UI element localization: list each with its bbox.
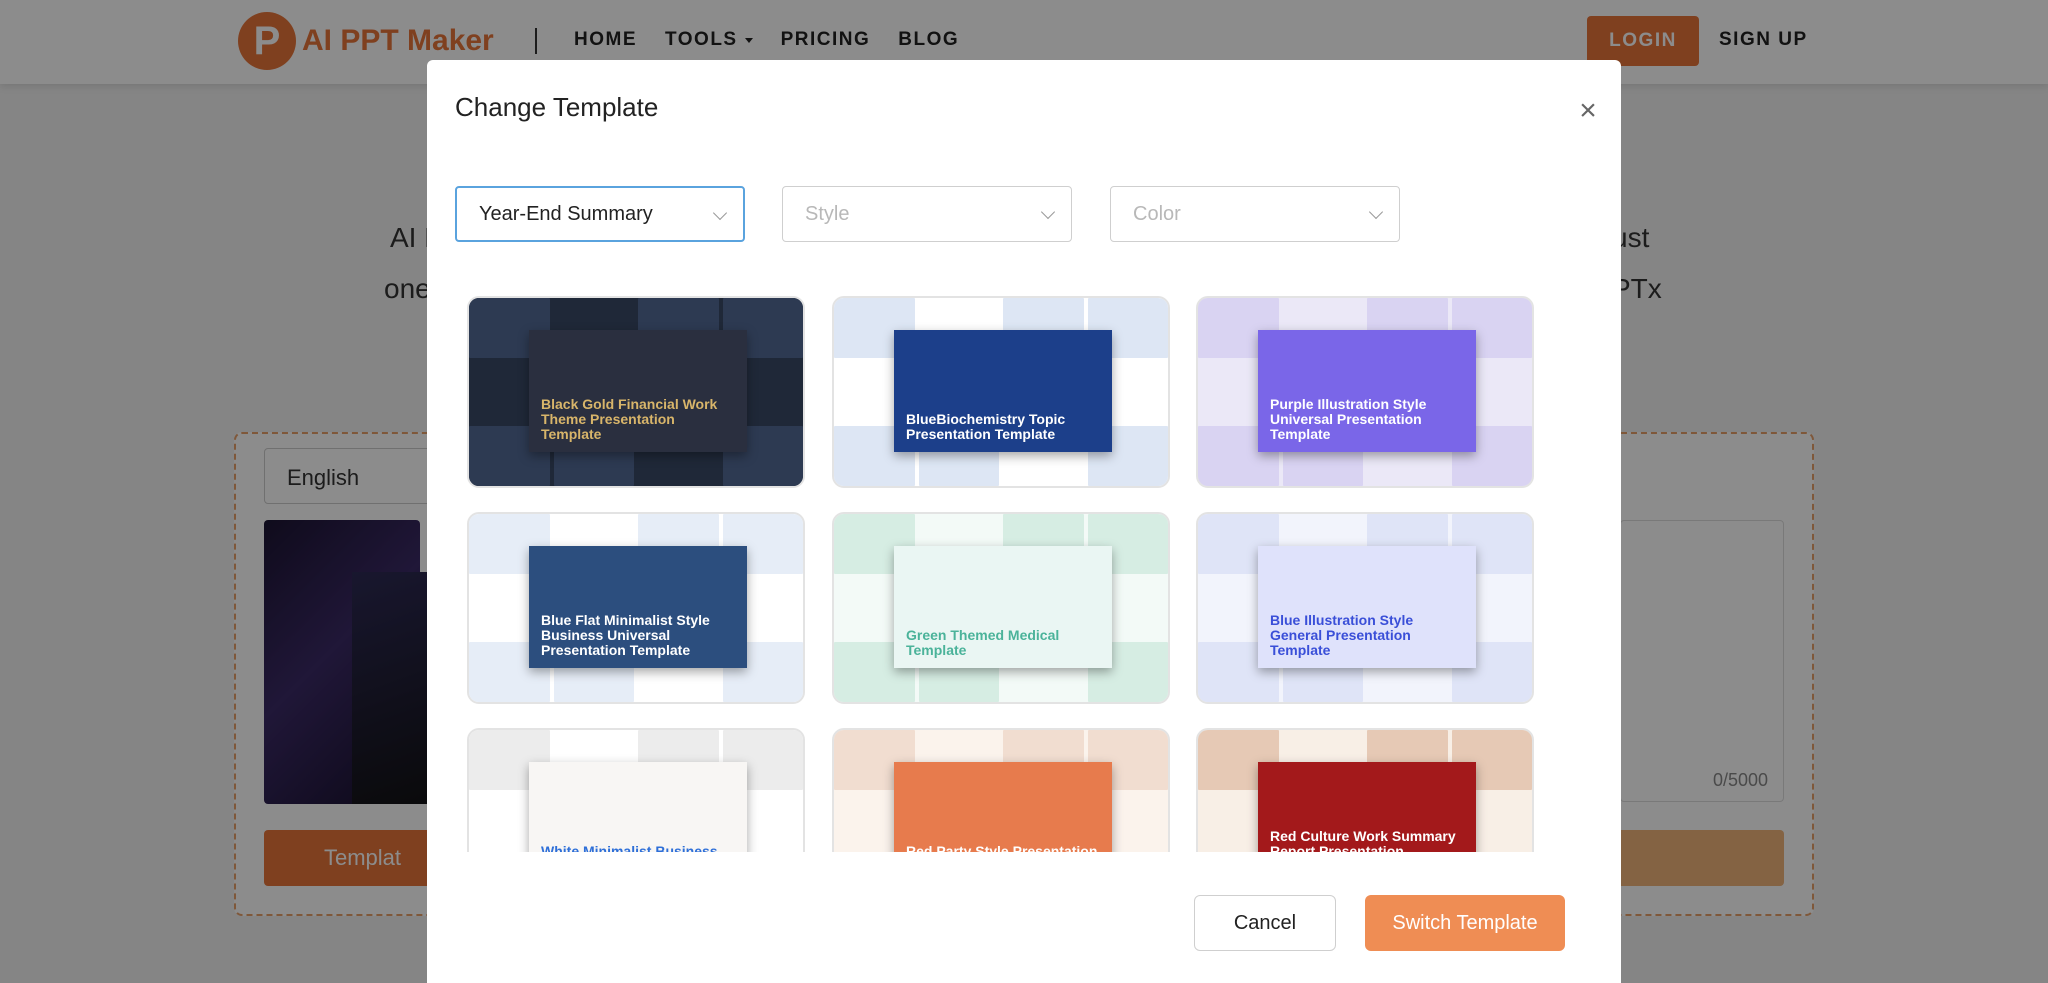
template-cover-slide: Black Gold Financial Work Theme Presenta… <box>529 330 747 452</box>
template-card[interactable]: Red Party Style Presentation Template <box>832 728 1170 852</box>
template-card[interactable]: Black Gold Financial Work Theme Presenta… <box>467 296 805 488</box>
template-cover-slide: Red Party Style Presentation Template <box>894 762 1112 852</box>
cancel-button[interactable]: Cancel <box>1194 895 1336 951</box>
template-title: Blue Flat Minimalist Style Business Univ… <box>541 612 710 658</box>
style-select[interactable]: Style <box>782 186 1072 242</box>
template-title: Blue Illustration Style General Presenta… <box>1270 612 1414 658</box>
close-icon[interactable]: × <box>1573 96 1603 126</box>
template-card[interactable]: Purple Illustration Style Universal Pres… <box>1196 296 1534 488</box>
template-title: Green Themed Medical Template <box>906 627 1060 658</box>
template-title: Purple Illustration Style Universal Pres… <box>1270 396 1427 442</box>
style-select-placeholder: Style <box>805 202 850 225</box>
template-grid: Black Gold Financial Work Theme Presenta… <box>467 296 1577 852</box>
template-cover-slide: Red Culture Work Summary Report Presenta… <box>1258 762 1476 852</box>
template-card[interactable]: Green Themed Medical Template <box>832 512 1170 704</box>
template-card[interactable]: Blue Illustration Style General Presenta… <box>1196 512 1534 704</box>
template-title: Red Culture Work Summary Report Presenta… <box>1270 828 1456 853</box>
chevron-down-icon <box>1368 204 1384 220</box>
template-cover-slide: Blue Flat Minimalist Style Business Univ… <box>529 546 747 668</box>
color-select[interactable]: Color <box>1110 186 1400 242</box>
template-title: Black Gold Financial Work Theme Presenta… <box>541 396 718 442</box>
category-select-value: Year-End Summary <box>479 202 653 225</box>
template-title: BlueBiochemistry Topic Presentation Temp… <box>906 411 1066 442</box>
category-select[interactable]: Year-End Summary <box>455 186 745 242</box>
change-template-modal: Change Template × Year-End Summary Style… <box>427 60 1621 983</box>
template-cover-slide: BlueBiochemistry Topic Presentation Temp… <box>894 330 1112 452</box>
chevron-down-icon <box>712 205 728 221</box>
chevron-down-icon <box>1040 204 1056 220</box>
template-card[interactable]: Blue Flat Minimalist Style Business Univ… <box>467 512 805 704</box>
template-cover-slide: Green Themed Medical Template <box>894 546 1112 668</box>
template-cover-slide: Purple Illustration Style Universal Pres… <box>1258 330 1476 452</box>
template-cover-slide: White Minimalist Business Presentation T… <box>529 762 747 852</box>
template-card[interactable]: Red Culture Work Summary Report Presenta… <box>1196 728 1534 852</box>
template-cover-slide: Blue Illustration Style General Presenta… <box>1258 546 1476 668</box>
modal-title: Change Template <box>455 92 659 122</box>
switch-template-button[interactable]: Switch Template <box>1365 895 1565 951</box>
color-select-placeholder: Color <box>1133 202 1181 225</box>
template-title: Red Party Style Presentation Template <box>906 843 1098 853</box>
template-title: White Minimalist Business Presentation T… <box>541 843 718 853</box>
template-card[interactable]: BlueBiochemistry Topic Presentation Temp… <box>832 296 1170 488</box>
template-card[interactable]: White Minimalist Business Presentation T… <box>467 728 805 852</box>
